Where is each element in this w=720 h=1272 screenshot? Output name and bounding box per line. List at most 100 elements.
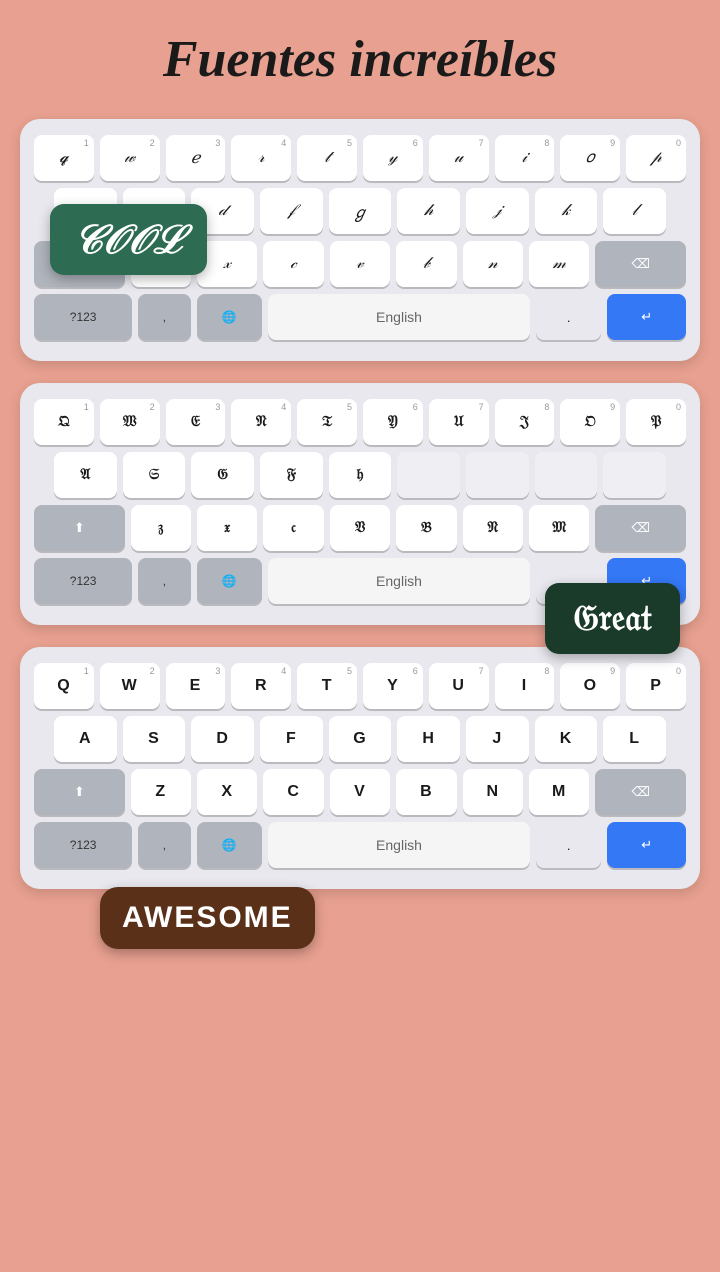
- kb3-key-space[interactable]: English: [268, 822, 530, 868]
- kb3-key-l[interactable]: L: [603, 716, 666, 762]
- kb2-key-f[interactable]: 𝔉: [260, 452, 323, 498]
- key-b[interactable]: 𝒷: [396, 241, 456, 287]
- kb2-key-w[interactable]: 2𝔚: [100, 399, 160, 445]
- key-j[interactable]: 𝒿: [466, 188, 529, 234]
- kb3-key-h[interactable]: H: [397, 716, 460, 762]
- kb3-row-1: 1Q 2W 3E 4R 5T 6Y 7U 8I 9O 0P: [34, 663, 686, 709]
- kb2-key-comma[interactable]: ,: [138, 558, 190, 604]
- kb3-key-shift[interactable]: ⬆: [34, 769, 125, 815]
- kb3-key-a[interactable]: A: [54, 716, 117, 762]
- key-p[interactable]: 0𝓅: [626, 135, 686, 181]
- key-e[interactable]: 3ℯ: [166, 135, 226, 181]
- kb3-key-i[interactable]: 8I: [495, 663, 555, 709]
- key-y[interactable]: 6𝓎: [363, 135, 423, 181]
- key-n[interactable]: 𝓃: [463, 241, 523, 287]
- kb2-key-p[interactable]: 0𝔓: [626, 399, 686, 445]
- kb2-key-e[interactable]: 3𝔈: [166, 399, 226, 445]
- key-u[interactable]: 7𝓊: [429, 135, 489, 181]
- kb3-key-c[interactable]: C: [263, 769, 323, 815]
- kb2-key-blank2: [466, 452, 529, 498]
- kb2-key-y[interactable]: 6𝔜: [363, 399, 423, 445]
- kb3-key-q[interactable]: 1Q: [34, 663, 94, 709]
- kb3-key-n[interactable]: N: [463, 769, 523, 815]
- badge-cool: 𝒞𝒪𝒪ℒ: [50, 204, 207, 275]
- kb3-row-bottom: ?123 , 🌐 English . ↵: [34, 822, 686, 868]
- kb2-key-z[interactable]: 𝔷: [131, 505, 191, 551]
- kb3-key-enter[interactable]: ↵: [607, 822, 686, 868]
- kb3-key-w[interactable]: 2W: [100, 663, 160, 709]
- key-k[interactable]: 𝓀: [535, 188, 598, 234]
- key-comma[interactable]: ,: [138, 294, 190, 340]
- kb2-key-backspace[interactable]: ⌫: [595, 505, 686, 551]
- key-q[interactable]: 1𝓺: [34, 135, 94, 181]
- kb3-key-m[interactable]: M: [529, 769, 589, 815]
- key-row-1: 1𝓺 2𝓌 3ℯ 4𝓇 5𝓉 6𝓎 7𝓊 8𝒾 9𝑜 0𝓅: [34, 135, 686, 181]
- key-t[interactable]: 5𝓉: [297, 135, 357, 181]
- kb3-key-t[interactable]: 5T: [297, 663, 357, 709]
- key-o[interactable]: 9𝑜: [560, 135, 620, 181]
- key-space[interactable]: English: [268, 294, 530, 340]
- key-backspace[interactable]: ⌫: [595, 241, 686, 287]
- key-m[interactable]: 𝓂: [529, 241, 589, 287]
- kb2-key-n[interactable]: 𝔑: [463, 505, 523, 551]
- kb3-key-u[interactable]: 7U: [429, 663, 489, 709]
- key-w[interactable]: 2𝓌: [100, 135, 160, 181]
- kb3-key-backspace[interactable]: ⌫: [595, 769, 686, 815]
- key-row-bottom: ?123 , 🌐 English . ↵: [34, 294, 686, 340]
- kb3-key-r[interactable]: 4R: [231, 663, 291, 709]
- kb3-row-2: A S D F G H J K L: [34, 716, 686, 762]
- key-enter[interactable]: ↵: [607, 294, 686, 340]
- kb3-key-z[interactable]: Z: [131, 769, 191, 815]
- key-r[interactable]: 4𝓇: [231, 135, 291, 181]
- kb2-key-t[interactable]: 5𝔗: [297, 399, 357, 445]
- key-c[interactable]: 𝒸: [263, 241, 323, 287]
- key-f[interactable]: 𝒻: [260, 188, 323, 234]
- kb2-key-o[interactable]: 9𝔒: [560, 399, 620, 445]
- kb3-key-d[interactable]: D: [191, 716, 254, 762]
- kb3-key-g[interactable]: G: [329, 716, 392, 762]
- kb3-key-j[interactable]: J: [466, 716, 529, 762]
- kb2-key-a[interactable]: 𝔄: [54, 452, 117, 498]
- kb3-key-comma[interactable]: ,: [138, 822, 190, 868]
- kb2-key-u[interactable]: 7𝔘: [429, 399, 489, 445]
- kb3-key-num[interactable]: ?123: [34, 822, 132, 868]
- kb2-key-i[interactable]: 8𝔍: [495, 399, 555, 445]
- kb2-key-blank1: [397, 452, 460, 498]
- kb2-key-shift[interactable]: ⬆: [34, 505, 125, 551]
- kb2-key-g[interactable]: 𝔊: [191, 452, 254, 498]
- kb3-key-y[interactable]: 6Y: [363, 663, 423, 709]
- kb2-key-v[interactable]: 𝔙: [330, 505, 390, 551]
- kb2-key-h[interactable]: 𝔥: [329, 452, 392, 498]
- kb3-key-e[interactable]: 3E: [166, 663, 226, 709]
- key-l[interactable]: 𝓁: [603, 188, 666, 234]
- key-num[interactable]: ?123: [34, 294, 132, 340]
- kb2-key-q[interactable]: 1𝔔: [34, 399, 94, 445]
- kb3-key-s[interactable]: S: [123, 716, 186, 762]
- kb3-key-p[interactable]: 0P: [626, 663, 686, 709]
- key-v[interactable]: 𝓋: [330, 241, 390, 287]
- key-i[interactable]: 8𝒾: [495, 135, 555, 181]
- key-h[interactable]: 𝒽: [397, 188, 460, 234]
- kb2-key-b[interactable]: 𝔅: [396, 505, 456, 551]
- key-globe[interactable]: 🌐: [197, 294, 262, 340]
- kb2-key-space[interactable]: English: [268, 558, 530, 604]
- page-title: Fuentes increíbles: [163, 30, 557, 89]
- kb3-key-x[interactable]: X: [197, 769, 257, 815]
- kb2-key-globe[interactable]: 🌐: [197, 558, 262, 604]
- kb2-key-c[interactable]: 𝔠: [263, 505, 323, 551]
- kb3-key-v[interactable]: V: [330, 769, 390, 815]
- kb3-key-k[interactable]: K: [535, 716, 598, 762]
- kb3-key-b[interactable]: B: [396, 769, 456, 815]
- kb3-key-dot[interactable]: .: [536, 822, 601, 868]
- kb2-key-s[interactable]: 𝔖: [123, 452, 186, 498]
- kb2-key-num[interactable]: ?123: [34, 558, 132, 604]
- kb2-key-r[interactable]: 4𝔑: [231, 399, 291, 445]
- kb2-key-m[interactable]: 𝔐: [529, 505, 589, 551]
- kb2-key-x[interactable]: 𝔵: [197, 505, 257, 551]
- kb3-key-globe[interactable]: 🌐: [197, 822, 262, 868]
- kb3-key-f[interactable]: F: [260, 716, 323, 762]
- key-dot[interactable]: .: [536, 294, 601, 340]
- kb2-key-blank3: [535, 452, 598, 498]
- kb3-key-o[interactable]: 9O: [560, 663, 620, 709]
- key-g[interactable]: ℊ: [329, 188, 392, 234]
